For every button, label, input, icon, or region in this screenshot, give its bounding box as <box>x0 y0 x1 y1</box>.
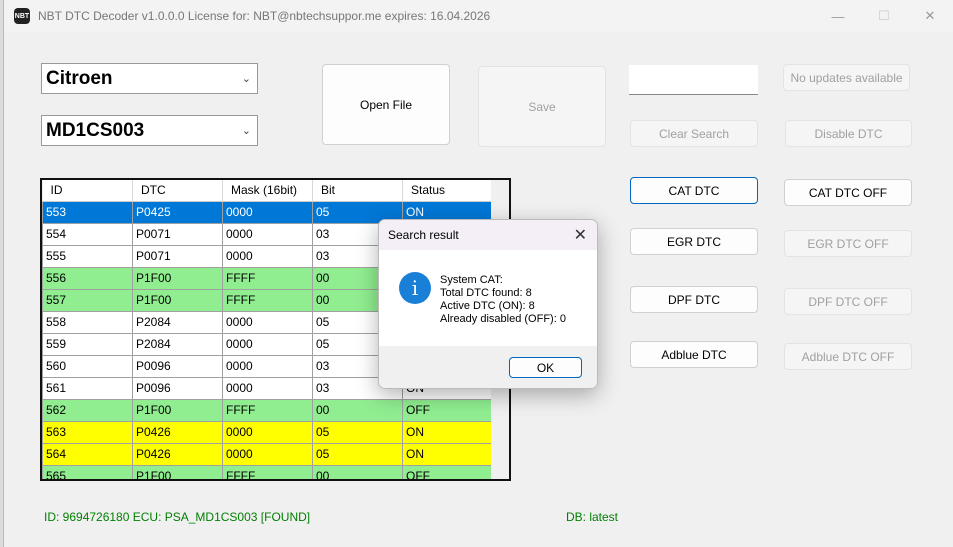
chevron-down-icon: ⌄ <box>241 73 251 85</box>
cell-id[interactable]: 554 <box>42 222 133 246</box>
app-icon: NBT <box>14 8 30 24</box>
cell-mask[interactable]: 0000 <box>222 222 313 246</box>
cell-id[interactable]: 564 <box>42 442 133 466</box>
cell-mask[interactable]: FFFF <box>222 398 313 422</box>
cell-dtc[interactable]: P1F00 <box>132 288 223 312</box>
ok-button[interactable]: OK <box>509 357 582 378</box>
cell-dtc[interactable]: P1F00 <box>132 266 223 290</box>
cell-id[interactable]: 555 <box>42 244 133 268</box>
cell-mask[interactable]: FFFF <box>222 464 313 479</box>
cell-dtc[interactable]: P2084 <box>132 310 223 334</box>
cell-status[interactable]: ON <box>402 442 494 466</box>
dialog-message: System CAT: Total DTC found: 8 Active DT… <box>440 274 566 326</box>
cell-dtc[interactable]: P0426 <box>132 442 223 466</box>
cell-dtc[interactable]: P1F00 <box>132 464 223 479</box>
cell-id[interactable]: 561 <box>42 376 133 400</box>
cell-dtc[interactable]: P0096 <box>132 376 223 400</box>
cell-id[interactable]: 563 <box>42 420 133 444</box>
minimize-button[interactable]: — <box>815 0 861 32</box>
cell-status[interactable]: OFF <box>402 398 494 422</box>
cell-id[interactable]: 560 <box>42 354 133 378</box>
cell-bit[interactable]: 00 <box>312 398 403 422</box>
column-header-id[interactable]: ID <box>42 180 133 202</box>
dialog-line: Already disabled (OFF): 0 <box>440 313 566 325</box>
ecu-info-status: ID: 9694726180 ECU: PSA_MD1CS003 [FOUND] <box>44 510 311 524</box>
column-header-mask-16bit[interactable]: Mask (16bit) <box>222 180 313 202</box>
column-header-dtc[interactable]: DTC <box>132 180 223 202</box>
ecu-select[interactable]: MD1CS003 ⌄ <box>41 115 258 146</box>
cell-mask[interactable]: 0000 <box>222 354 313 378</box>
close-button[interactable]: ✕ <box>907 0 953 32</box>
cell-id[interactable]: 562 <box>42 398 133 422</box>
dialog-line: Active DTC (ON): 8 <box>440 300 535 312</box>
cell-id[interactable]: 558 <box>42 310 133 334</box>
search-result-dialog: Search result ✕ i System CAT: Total DTC … <box>378 219 598 389</box>
table-row[interactable]: 562 P1F00 FFFF 00 OFF <box>42 398 494 422</box>
disable-dtc-button[interactable]: Disable DTC <box>785 120 912 147</box>
dpf-dtc-button[interactable]: DPF DTC <box>630 286 758 313</box>
cell-dtc[interactable]: P0071 <box>132 222 223 246</box>
cell-mask[interactable]: 0000 <box>222 332 313 356</box>
cell-id[interactable]: 553 <box>42 200 133 224</box>
open-file-button[interactable]: Open File <box>322 64 450 145</box>
adblue-dtc-button[interactable]: Adblue DTC <box>630 341 758 368</box>
clear-search-button[interactable]: Clear Search <box>630 120 758 147</box>
table-row[interactable]: 563 P0426 0000 05 ON <box>42 420 494 444</box>
window-title: NBT DTC Decoder v1.0.0.0 License for: NB… <box>38 9 491 23</box>
info-icon: i <box>399 272 431 304</box>
cell-mask[interactable]: 0000 <box>222 420 313 444</box>
dialog-title: Search result <box>379 220 597 250</box>
cell-id[interactable]: 556 <box>42 266 133 290</box>
maximize-button[interactable]: ☐ <box>861 0 907 32</box>
cell-dtc[interactable]: P0096 <box>132 354 223 378</box>
column-header-status[interactable]: Status <box>402 180 494 202</box>
cell-id[interactable]: 565 <box>42 464 133 479</box>
cell-id[interactable]: 559 <box>42 332 133 356</box>
dialog-close-button[interactable]: ✕ <box>574 225 587 245</box>
cell-mask[interactable]: 0000 <box>222 200 313 224</box>
brand-select[interactable]: Citroen ⌄ <box>41 63 258 94</box>
cell-dtc[interactable]: P2084 <box>132 332 223 356</box>
cell-bit[interactable]: 00 <box>312 464 403 479</box>
cell-dtc[interactable]: P0425 <box>132 200 223 224</box>
brand-select-value: Citroen <box>46 67 113 89</box>
title-bar: NBT NBT DTC Decoder v1.0.0.0 License for… <box>4 0 953 32</box>
cat-dtc-button[interactable]: CAT DTC <box>630 177 758 204</box>
cell-id[interactable]: 557 <box>42 288 133 312</box>
dialog-line: System CAT: <box>440 274 503 286</box>
cell-dtc[interactable]: P1F00 <box>132 398 223 422</box>
db-status: DB: latest <box>566 510 619 524</box>
cell-bit[interactable]: 05 <box>312 442 403 466</box>
cell-status[interactable]: OFF <box>402 464 494 479</box>
ecu-select-value: MD1CS003 <box>46 119 145 141</box>
cell-mask[interactable]: FFFF <box>222 288 313 312</box>
table-row[interactable]: 565 P1F00 FFFF 00 OFF <box>42 464 494 479</box>
egr-dtc-button[interactable]: EGR DTC <box>630 228 758 255</box>
cat-dtc-off-button[interactable]: CAT DTC OFF <box>784 179 912 206</box>
cell-mask[interactable]: 0000 <box>222 244 313 268</box>
dpf-dtc-off-button[interactable]: DPF DTC OFF <box>784 288 912 315</box>
cell-mask[interactable]: 0000 <box>222 442 313 466</box>
search-input[interactable] <box>629 65 758 95</box>
dialog-line: Total DTC found: 8 <box>440 287 532 299</box>
no-updates-button[interactable]: No updates available <box>783 64 910 91</box>
adblue-dtc-off-button[interactable]: Adblue DTC OFF <box>784 343 912 370</box>
cell-dtc[interactable]: P0426 <box>132 420 223 444</box>
column-header-bit[interactable]: Bit <box>312 180 403 202</box>
save-button[interactable]: Save <box>478 66 606 147</box>
egr-dtc-off-button[interactable]: EGR DTC OFF <box>784 230 912 257</box>
cell-bit[interactable]: 05 <box>312 420 403 444</box>
chevron-down-icon: ⌄ <box>241 125 251 137</box>
cell-mask[interactable]: FFFF <box>222 266 313 290</box>
background-window-edge <box>0 0 4 547</box>
table-row[interactable]: 564 P0426 0000 05 ON <box>42 442 494 466</box>
cell-status[interactable]: ON <box>402 420 494 444</box>
cell-mask[interactable]: 0000 <box>222 310 313 334</box>
cell-dtc[interactable]: P0071 <box>132 244 223 268</box>
cell-mask[interactable]: 0000 <box>222 376 313 400</box>
